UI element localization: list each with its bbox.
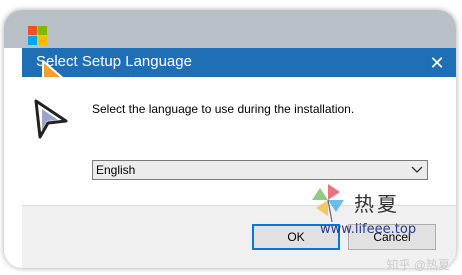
- language-select-value: English: [96, 163, 136, 177]
- dialog-titlebar[interactable]: Select Setup Language ✕: [22, 48, 456, 77]
- close-button[interactable]: ✕: [426, 52, 448, 74]
- setup-wizard-icon: [34, 99, 68, 139]
- background-window-strip: [4, 10, 456, 48]
- watermark-site: www.lifeee.top: [320, 222, 417, 237]
- language-select[interactable]: English: [92, 160, 428, 180]
- watermark: 热夏 www.lifeee.top: [306, 182, 456, 238]
- watermark-brand: 热夏: [354, 192, 400, 216]
- source-credit: 知乎 @热夏: [386, 258, 450, 272]
- chevron-down-icon[interactable]: [407, 161, 427, 179]
- screenshot-card: Select Setup Language ✕ Select the langu…: [4, 10, 456, 268]
- pinwheel-icon: [312, 184, 344, 222]
- instruction-text: Select the language to use during the in…: [92, 102, 355, 116]
- close-icon: ✕: [429, 53, 445, 73]
- screenshot-page: Select Setup Language ✕ Select the langu…: [0, 0, 462, 275]
- windows-logo-icon: [28, 26, 48, 46]
